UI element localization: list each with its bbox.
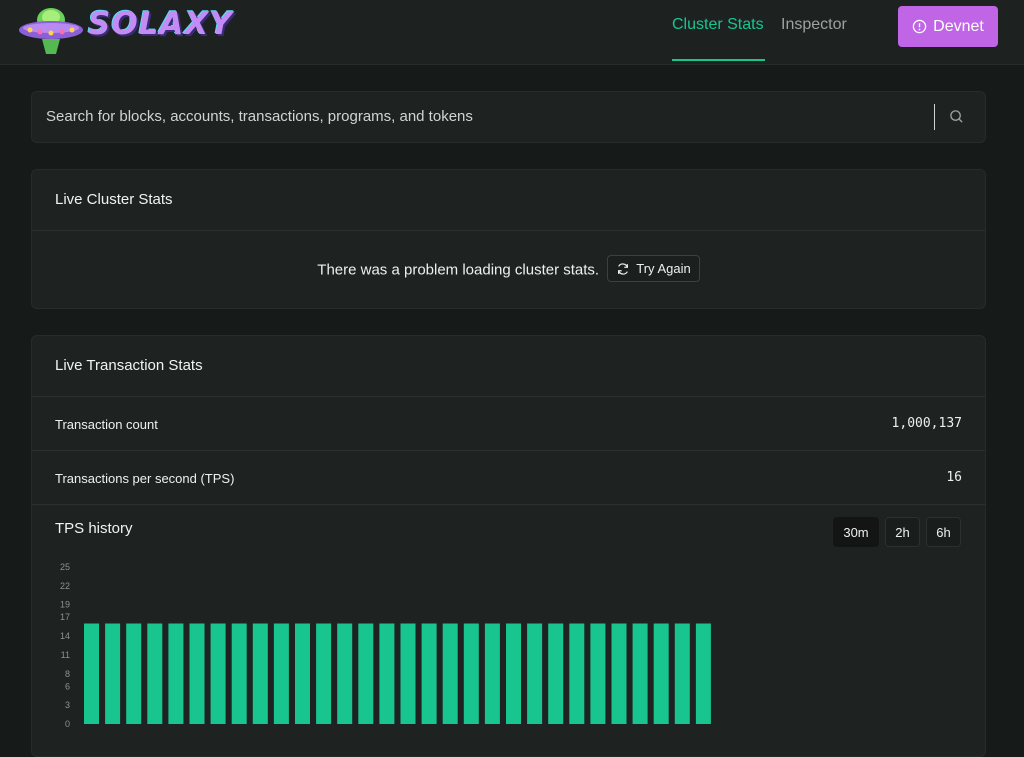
tps-bar[interactable] [379,623,395,724]
search-icon[interactable] [949,109,964,124]
tps-bar[interactable] [84,623,99,724]
tps-bar[interactable] [569,623,585,724]
tps-history-chart: 0 3 6 8 11 14 17 19 22 25 [60,562,711,729]
tps-bar[interactable] [442,623,458,724]
live-cluster-stats-card: Live Cluster Stats There was a problem l… [31,169,986,309]
tps-bar[interactable] [168,623,184,724]
tps-bar[interactable] [126,623,142,724]
error-message-row: There was a problem loading cluster stat… [32,255,985,284]
active-nav-indicator [672,59,765,61]
nav-cluster-stats[interactable]: Cluster Stats [672,16,764,34]
tps-bar[interactable] [147,623,163,724]
y-tick-label: 25 [60,562,70,572]
refresh-icon [618,262,629,275]
y-tick-label: 0 [65,719,70,729]
live-transaction-stats-card: Live Transaction Stats Transaction count… [31,335,986,757]
y-tick-label: 3 [65,700,70,710]
tps-bar[interactable] [337,623,353,724]
tps-bar[interactable] [273,623,289,724]
y-tick-label: 8 [65,669,70,679]
tps-bar[interactable] [400,623,416,724]
y-tick-label: 19 [60,600,70,610]
tps-bar[interactable] [506,623,521,724]
tps-bar[interactable] [295,623,310,724]
tps-bar[interactable] [611,623,627,724]
tps-bar[interactable] [421,623,437,724]
tps-bar[interactable] [548,623,564,724]
y-tick-label: 6 [65,681,70,691]
search-input[interactable]: Search for blocks, accounts, transaction… [46,108,473,125]
search-bar[interactable]: Search for blocks, accounts, transaction… [31,91,986,143]
error-message: There was a problem loading cluster stat… [317,261,600,279]
nav-inspector[interactable]: Inspector [781,16,847,34]
y-tick-label: 14 [60,631,70,641]
card-title: Live Cluster Stats [55,191,173,208]
ufo-logo-icon[interactable] [16,2,86,58]
search-divider [934,104,935,130]
tps-bar[interactable] [231,623,247,724]
brand-wordmark[interactable]: SOLAXY [88,6,233,42]
network-button-label: Devnet [933,17,984,35]
tps-bar[interactable] [358,623,374,724]
alert-circle-icon [912,19,927,34]
tps-bar[interactable] [252,623,268,724]
try-again-button[interactable]: Try Again [607,255,700,282]
y-tick-label: 22 [60,581,70,591]
tps-bar[interactable] [653,623,669,724]
tps-bar[interactable] [590,623,606,724]
tps-bar[interactable] [210,623,226,724]
tps-bar[interactable] [674,623,690,724]
tps-bar[interactable] [189,623,205,724]
try-again-label: Try Again [636,261,691,276]
tps-bar[interactable] [105,623,121,724]
tps-bar[interactable] [463,623,479,724]
tps-bar[interactable] [316,623,332,724]
top-navbar: SOLAXY Cluster Stats Inspector Devnet [0,0,1024,65]
tps-bar[interactable] [632,623,648,724]
y-tick-label: 11 [61,650,70,660]
tps-bar[interactable] [527,623,543,724]
tps-bar[interactable] [484,623,500,724]
tps-bar[interactable] [695,623,711,724]
network-select-button[interactable]: Devnet [898,6,998,47]
card-header: Live Cluster Stats [32,170,985,231]
y-tick-label: 17 [60,612,70,622]
